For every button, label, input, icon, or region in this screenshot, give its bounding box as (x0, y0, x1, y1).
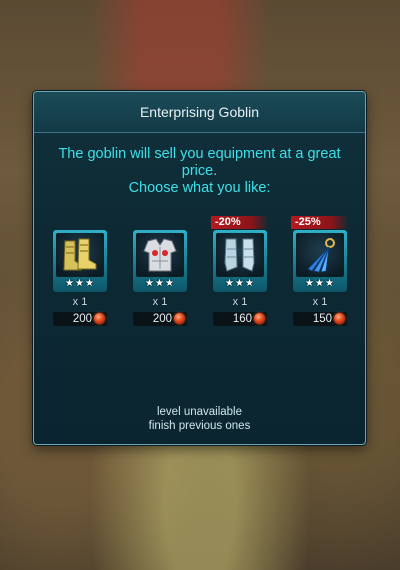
price-tag: 150 (293, 312, 347, 326)
item-card[interactable]: ★★★ (213, 230, 267, 292)
ruby-currency-icon (334, 313, 345, 324)
description-line: Choose what you like: (128, 180, 271, 196)
goblin-shop-dialog: Enterprising Goblin The goblin will sell… (33, 91, 366, 445)
availability-notice: level unavailable finish previous ones (34, 405, 365, 433)
price-value: 150 (312, 313, 332, 325)
star-rating: ★★★ (65, 278, 95, 289)
ruby-currency-icon (174, 313, 185, 324)
golden-boots-icon (56, 233, 104, 277)
price-value: 160 (232, 313, 252, 325)
item-quantity: x 1 (152, 296, 168, 308)
dialog-title: Enterprising Goblin (34, 92, 365, 133)
ruby-currency-icon (254, 313, 265, 324)
offer-list: ★★★ x 1 200 ★★★ x 1 200 -20% ★★★ x 1 160… (51, 216, 351, 336)
price-tag: 200 (133, 312, 187, 326)
offer-item-silver-armor[interactable]: ★★★ x 1 200 (131, 216, 189, 336)
offer-item-golden-boots[interactable]: ★★★ x 1 200 (51, 216, 109, 336)
discount-badge: -20% (211, 216, 269, 229)
footer-line: finish previous ones (148, 420, 251, 432)
discount-badge: -25% (291, 216, 349, 229)
star-rating: ★★★ (225, 278, 255, 289)
description-line: price. (181, 163, 218, 179)
item-quantity: x 1 (312, 296, 328, 308)
offer-item-steel-greaves[interactable]: -20% ★★★ x 1 160 (211, 216, 269, 336)
price-value: 200 (152, 313, 172, 325)
item-card[interactable]: ★★★ (53, 230, 107, 292)
offer-item-feathered-amulet[interactable]: -25% ★★★ x 1 150 (291, 216, 349, 336)
ruby-currency-icon (94, 313, 105, 324)
price-value: 200 (72, 313, 92, 325)
silver-chest-armor-icon (136, 233, 184, 277)
star-rating: ★★★ (145, 278, 175, 289)
item-card[interactable]: ★★★ (293, 230, 347, 292)
item-card[interactable]: ★★★ (133, 230, 187, 292)
star-rating: ★★★ (305, 278, 335, 289)
price-tag: 160 (213, 312, 267, 326)
dialog-description: The goblin will sell you equipment at a … (34, 146, 365, 197)
steel-greaves-icon (216, 233, 264, 277)
footer-line: level unavailable (156, 406, 243, 418)
item-quantity: x 1 (232, 296, 248, 308)
description-line: The goblin will sell you equipment at a … (58, 146, 341, 162)
feathered-amulet-icon (296, 233, 344, 277)
price-tag: 200 (53, 312, 107, 326)
item-quantity: x 1 (72, 296, 88, 308)
